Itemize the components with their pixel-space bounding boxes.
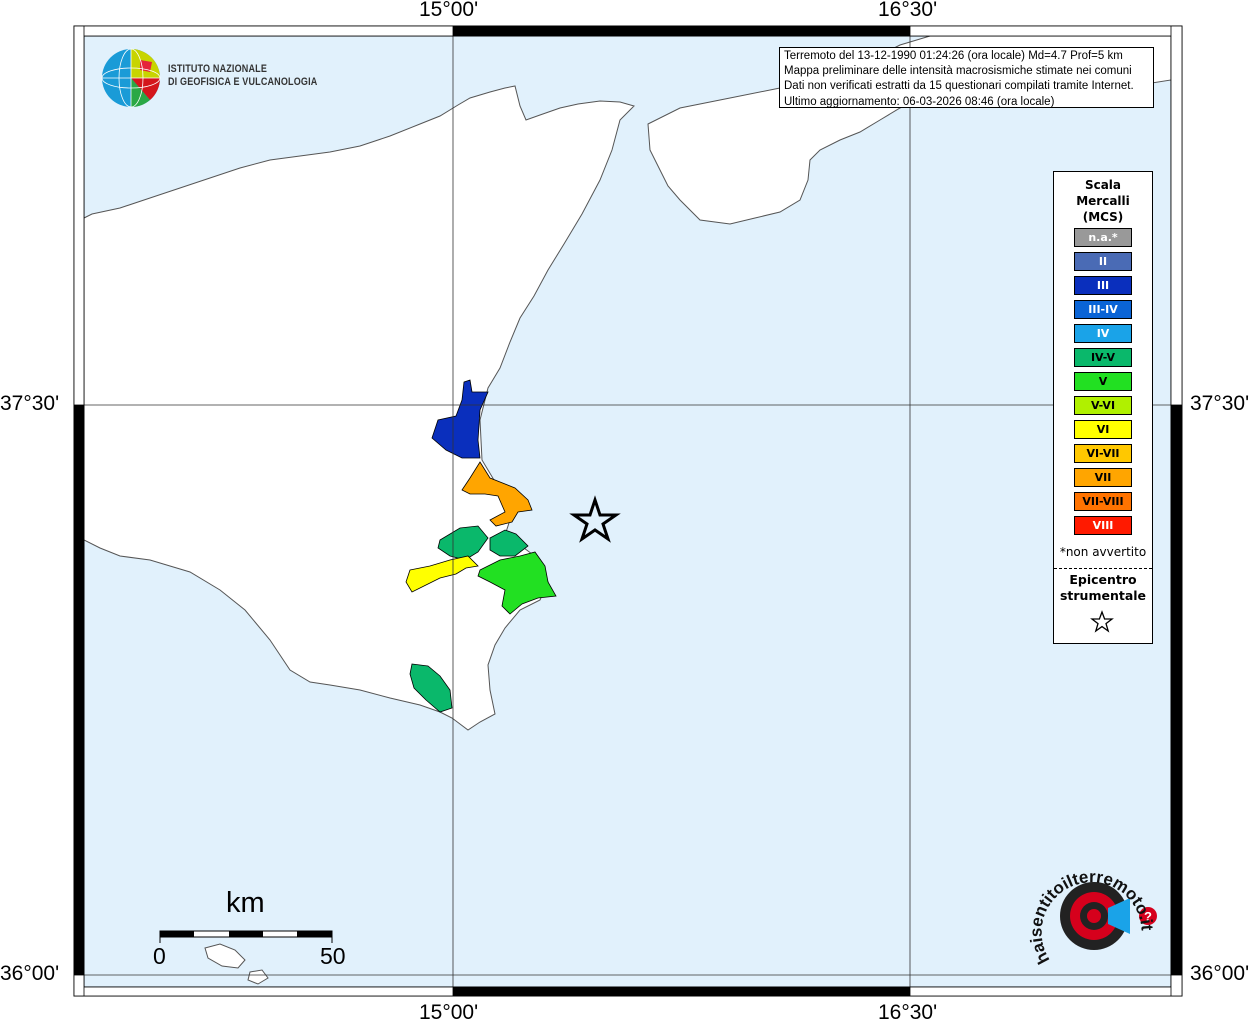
scale-unit-label: km bbox=[226, 887, 265, 919]
event-info-line-2: Mappa preliminare delle intensità macros… bbox=[784, 65, 1132, 78]
legend-separator bbox=[1054, 568, 1152, 569]
ingv-line-1: ISTITUTO NAZIONALE bbox=[168, 63, 268, 75]
legend-swatch: III-IV bbox=[1074, 300, 1132, 319]
bottom-label-15: 15°00' bbox=[419, 1001, 479, 1024]
legend-swatch: VII-VIII bbox=[1074, 492, 1132, 511]
legend-swatch: II bbox=[1074, 252, 1132, 271]
intensity-map: ? haisentitoilterremoto.it 15°00' 16°30'… bbox=[0, 0, 1255, 1024]
top-label-15: 15°00' bbox=[419, 0, 479, 21]
legend-title-line-3: (MCS) bbox=[1082, 210, 1124, 224]
legend-title: Scala Mercalli (MCS) bbox=[1054, 177, 1152, 225]
ingv-line-2: DI GEOFISICA E VULCANOLOGIA bbox=[168, 76, 318, 88]
event-info-line-4: Ultimo aggiornamento: 06-03-2026 08:46 (… bbox=[784, 95, 1055, 108]
mcs-legend: Scala Mercalli (MCS) n.a.* II III III-IV IV I… bbox=[1053, 171, 1153, 644]
epicenter-legend-line-2: strumentale bbox=[1059, 588, 1147, 603]
legend-swatch: V bbox=[1074, 372, 1132, 391]
event-info-box: Terremoto del 13-12-1990 01:24:26 (ora l… bbox=[779, 47, 1154, 108]
scale-max-label: 50 bbox=[320, 943, 346, 969]
legend-swatch: IV-V bbox=[1074, 348, 1132, 367]
legend-swatch: V-VI bbox=[1074, 396, 1132, 415]
ingv-logo-text: ISTITUTO NAZIONALE DI GEOFISICA E VULCAN… bbox=[168, 63, 317, 89]
ingv-globe-icon bbox=[101, 48, 161, 108]
bottom-label-1630: 16°30' bbox=[878, 1001, 938, 1024]
epicenter-legend-title: Epicentro strumentale bbox=[1054, 572, 1152, 604]
scale-min-label: 0 bbox=[153, 943, 166, 969]
event-info-line-1: Terremoto del 13-12-1990 01:24:26 (ora l… bbox=[784, 50, 1123, 62]
left-label-3600: 36°00' bbox=[0, 962, 60, 985]
epicenter-legend-line-1: Epicentro bbox=[1069, 572, 1137, 587]
right-label-3730: 37°30' bbox=[1190, 392, 1250, 415]
legend-title-line-2: Mercalli bbox=[1076, 194, 1130, 208]
legend-swatch: VII bbox=[1074, 468, 1132, 487]
legend-swatch: n.a.* bbox=[1074, 228, 1132, 247]
legend-swatch: III bbox=[1074, 276, 1132, 295]
legend-title-line-1: Scala bbox=[1084, 178, 1122, 192]
top-label-1630: 16°30' bbox=[878, 0, 938, 21]
legend-swatch: VIII bbox=[1074, 516, 1132, 535]
legend-swatch: VI bbox=[1074, 420, 1132, 439]
legend-note: *non avvertito bbox=[1059, 545, 1147, 559]
event-info-line-3: Dati non verificati estratti da 15 quest… bbox=[784, 80, 1134, 93]
right-label-3600: 36°00' bbox=[1190, 962, 1250, 985]
left-label-3730: 37°30' bbox=[0, 392, 60, 415]
legend-swatch: IV bbox=[1074, 324, 1132, 343]
legend-swatch: VI-VII bbox=[1074, 444, 1132, 463]
epicenter-legend-star-icon bbox=[1090, 610, 1114, 633]
